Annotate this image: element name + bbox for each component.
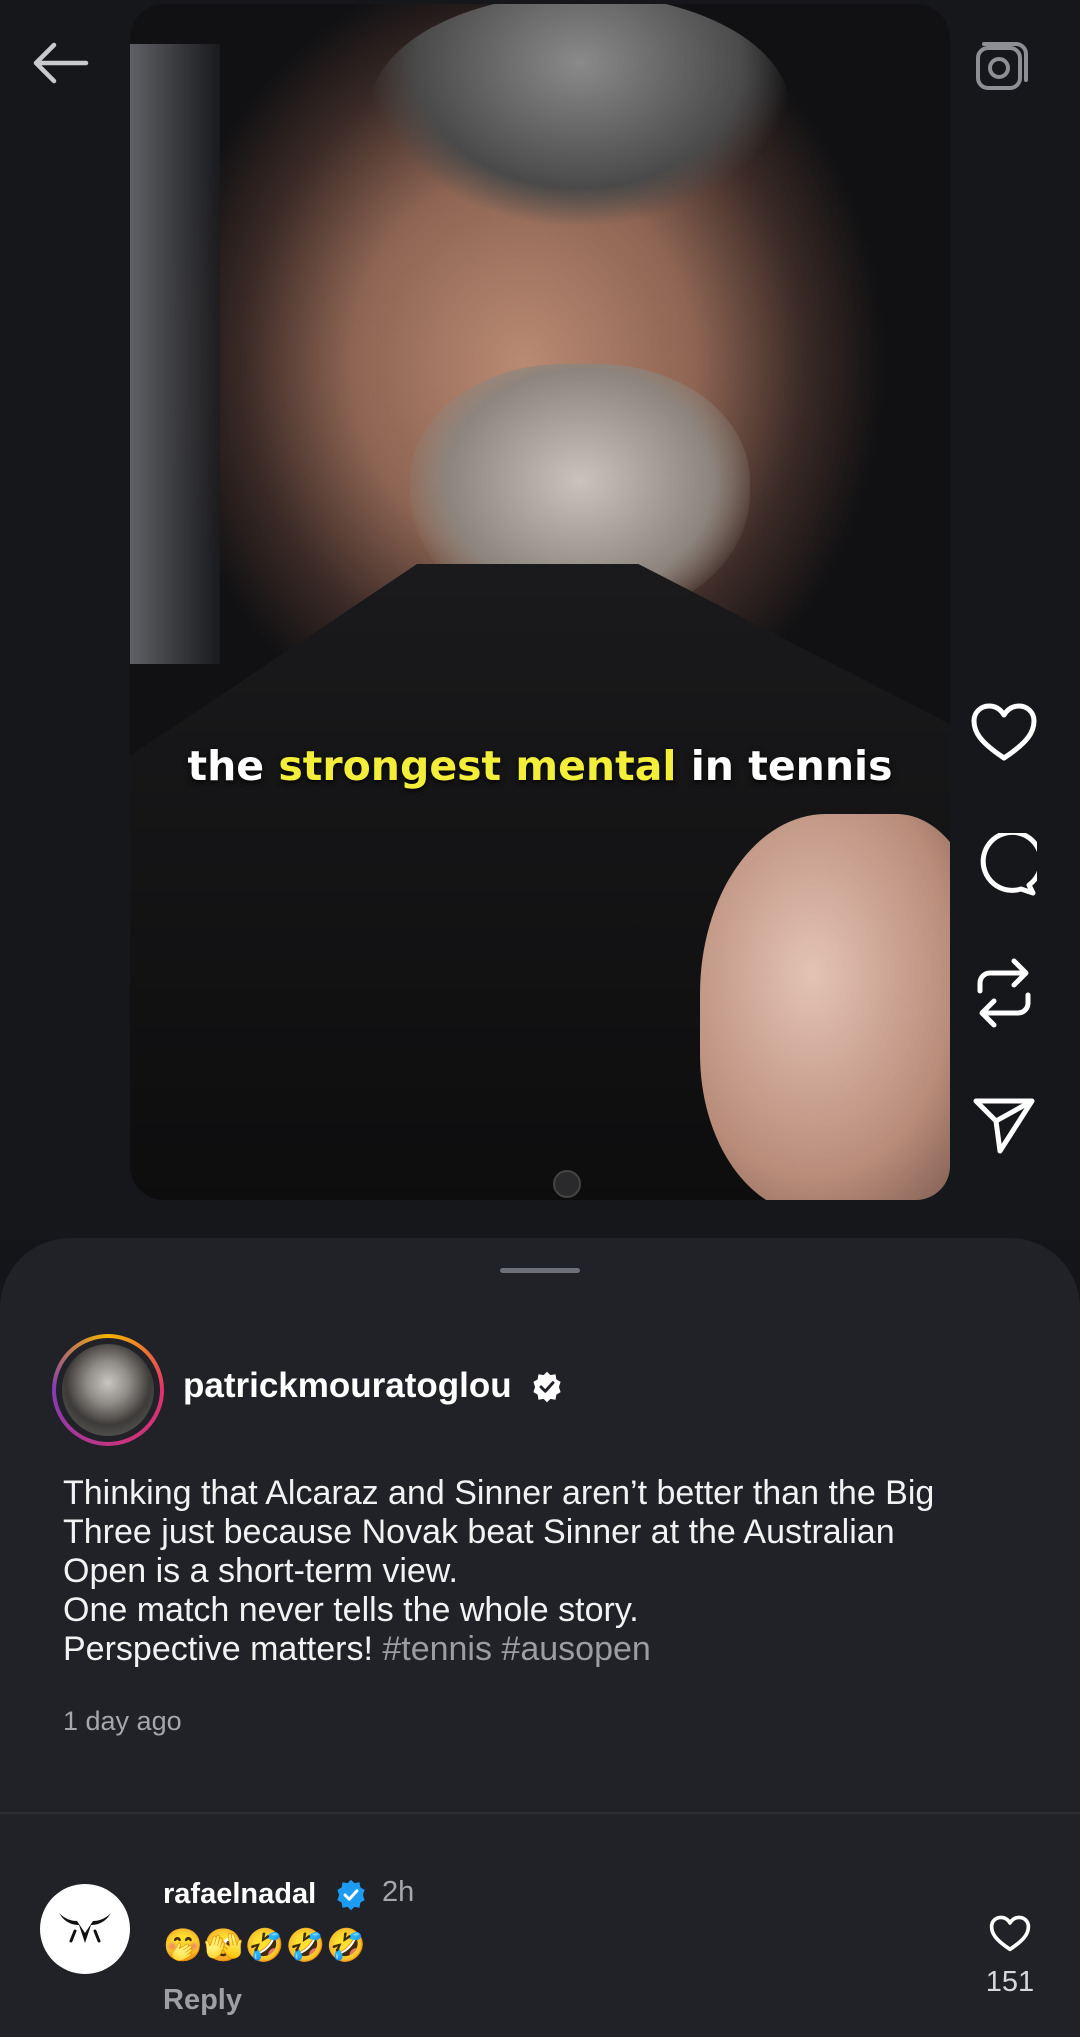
verified-badge-icon [337, 1879, 365, 1911]
jacket-button [553, 1170, 581, 1198]
back-button[interactable] [22, 30, 98, 96]
video-subject-hand [700, 814, 950, 1200]
comment-button[interactable] [964, 830, 1044, 900]
heart-icon [971, 703, 1037, 761]
repost-button[interactable] [964, 958, 1044, 1028]
post-caption-line: One match never tells the whole story. [63, 1591, 639, 1629]
caption-highlight: strongest mental [278, 742, 677, 790]
author-avatar[interactable] [52, 1334, 164, 1446]
comment-icon [980, 833, 1037, 896]
post-caption-line: Thinking that Alcaraz and Sinner aren’t … [63, 1474, 935, 1512]
comment-like-button[interactable] [986, 1912, 1034, 1956]
author-avatar-image [62, 1344, 154, 1436]
bull-logo-icon [59, 1913, 111, 1943]
commenter-username[interactable]: rafaelnadal [163, 1878, 316, 1911]
video-subject-hair [370, 4, 790, 224]
reply-button[interactable]: Reply [163, 1984, 242, 2017]
repost-icon [977, 958, 1031, 1028]
video-area: the strongest mental in tennis [0, 0, 1080, 1240]
verified-badge-icon [533, 1371, 561, 1403]
post-caption-line: Open is a short-term view. [63, 1552, 458, 1590]
post-caption-line: Perspective matters! #tennis #ausopen [63, 1630, 651, 1668]
send-icon [973, 1098, 1035, 1154]
author-username[interactable]: patrickmouratoglou [183, 1366, 512, 1406]
post-timestamp: 1 day ago [63, 1706, 182, 1736]
divider [0, 1812, 1080, 1814]
post-caption-line: Three just because Novak beat Sinner at … [63, 1513, 895, 1551]
sheet-drag-handle[interactable] [500, 1268, 580, 1273]
comment-text: 🤭🫣🤣🤣🤣 [163, 1926, 368, 1964]
hashtags[interactable]: #tennis #ausopen [382, 1630, 650, 1668]
comment-like-count: 151 [985, 1966, 1035, 1998]
like-button[interactable] [964, 698, 1044, 768]
comment-timestamp: 2h [382, 1876, 415, 1908]
video-background [130, 44, 220, 664]
post-details-sheet[interactable]: patrickmouratoglou Thinking that Alcaraz… [0, 1238, 1080, 2037]
share-button[interactable] [964, 1090, 1044, 1160]
back-arrow-icon [33, 42, 89, 84]
heart-icon [989, 1915, 1031, 1952]
video-caption: the strongest mental in tennis [187, 742, 893, 790]
camera-icon [976, 42, 1028, 90]
post-caption: Thinking that Alcaraz and Sinner aren’t … [63, 1474, 1033, 1669]
camera-button[interactable] [962, 30, 1038, 106]
commenter-avatar[interactable] [40, 1884, 130, 1974]
video-player[interactable]: the strongest mental in tennis [130, 4, 950, 1200]
